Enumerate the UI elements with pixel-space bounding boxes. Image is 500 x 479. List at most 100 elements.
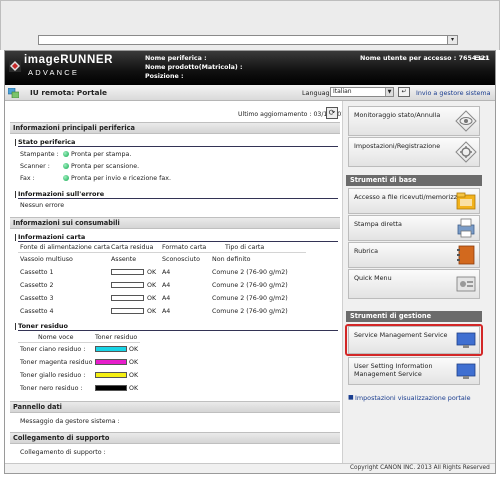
section-support-link: Collegamento di supporto <box>10 432 340 444</box>
paper-size: A4 <box>162 282 171 289</box>
toner-name: Toner giallo residuo : <box>20 372 86 379</box>
status-value: Pronta per scansione. <box>71 163 140 170</box>
link-arrow-icon: ■ <box>348 394 354 401</box>
monitor-icon <box>456 363 476 379</box>
send-to-manager-link[interactable]: Invio a gestore sistema <box>416 89 491 97</box>
toner-yellow-bar <box>95 372 127 378</box>
paper-col-header: Carta residua <box>111 244 154 251</box>
paper-remaining: OK <box>147 308 157 315</box>
status-value: Pronta per stampa. <box>71 151 132 158</box>
paper-size: A4 <box>162 269 171 276</box>
status-ok-icon <box>63 163 69 169</box>
selection-highlight <box>345 324 483 356</box>
monitor-status-label: Monitoraggio stato/Annulla <box>354 111 441 119</box>
device-info: Nome periferica : Nome prodotto(Matricol… <box>145 54 242 81</box>
address-bar[interactable] <box>38 35 458 45</box>
product-name-label: Nome prodotto(Matricola) : <box>145 64 243 71</box>
divider <box>18 252 306 253</box>
toner-value: OK <box>129 346 139 353</box>
address-book-label: Rubrica <box>354 247 379 255</box>
divider <box>18 342 140 343</box>
logout-link[interactable]: Esci <box>474 54 488 62</box>
position-label: Posizione : <box>145 73 184 80</box>
access-files-label: Accesso a file ricevuti/memorizzati <box>354 193 466 201</box>
paper-level-bar <box>111 295 144 301</box>
language-value: Italian <box>333 88 352 95</box>
paper-size: Sconosciuto <box>162 256 200 263</box>
login-user: Nome utente per accesso : 7654321 <box>360 54 490 62</box>
section-message-board: Pannello dati <box>10 401 340 413</box>
paper-size: A4 <box>162 308 171 315</box>
status-ok-icon <box>63 175 69 181</box>
paper-type: Comune 2 (76-90 g/m2) <box>212 295 288 302</box>
portal-icon <box>8 88 19 98</box>
chevron-down-icon: ▼ <box>385 88 393 96</box>
toner-name: Toner ciano residuo : <box>20 346 86 353</box>
portal-display-settings-link[interactable]: Impostazioni visualizzazione portale <box>355 394 471 402</box>
error-value: Nessun errore <box>20 202 65 209</box>
quick-menu-label: Quick Menu <box>354 274 392 282</box>
status-value: Pronta per invio e ricezione fax. <box>71 175 171 182</box>
subsection-paper-info: Informazioni carta <box>15 233 338 242</box>
toner-col-header: Nome voce <box>38 334 74 341</box>
status-label: Stampante : <box>20 151 59 158</box>
paper-level-bar <box>111 308 144 314</box>
language-apply-button[interactable]: ↵ <box>398 87 410 97</box>
section-main-info: Informazioni principali periferica <box>10 122 340 134</box>
basic-tools-title: Strumenti di base <box>346 175 482 186</box>
subsection-device-status: Stato periferica <box>15 138 338 147</box>
device-name-label: Nome periferica : <box>145 55 207 62</box>
language-select[interactable]: Italian ▼ <box>330 87 394 97</box>
toner-black-bar <box>95 385 127 391</box>
gear-icon <box>455 141 477 163</box>
status-label: Scanner : <box>20 163 50 170</box>
page-title: IU remota: Portale <box>30 88 108 97</box>
address-book-icon <box>457 245 475 265</box>
paper-source: Cassetto 2 <box>20 282 54 289</box>
paper-type: Non definito <box>212 256 251 263</box>
refresh-icon[interactable]: ⟳ <box>326 107 338 119</box>
toner-magenta-bar <box>95 359 127 365</box>
paper-source: Vassoio multiuso <box>20 256 73 263</box>
paper-remaining: OK <box>147 269 157 276</box>
paper-col-header: Formato carta <box>162 244 207 251</box>
paper-type: Comune 2 (76-90 g/m2) <box>212 282 288 289</box>
paper-col-header: Fonte di alimentazione carta <box>20 244 111 251</box>
mgmt-tools-title: Strumenti di gestione <box>346 311 482 322</box>
product-logo-sub: ADVANCE <box>28 68 80 77</box>
status-label: Fax : <box>20 175 35 182</box>
user-setting-label: User Setting Information Management Serv… <box>354 362 433 378</box>
toner-value: OK <box>129 372 139 379</box>
paper-size: A4 <box>162 295 171 302</box>
toner-value: OK <box>129 385 139 392</box>
paper-col-header: Tipo di carta <box>225 244 265 251</box>
toner-cyan-bar <box>95 346 127 352</box>
message-text: Messaggio da gestore sistema : <box>20 418 120 425</box>
canon-logo-icon <box>9 60 21 72</box>
section-consumables: Informazioni sui consumabili <box>10 217 340 229</box>
eye-icon <box>455 110 477 132</box>
subsection-toner: Toner residuo <box>15 322 338 331</box>
direct-print-label: Stampa diretta <box>354 220 402 228</box>
support-link-text: Collegamento di supporto : <box>20 449 106 456</box>
toner-value: OK <box>129 359 139 366</box>
paper-remaining: Assente <box>111 256 137 263</box>
toner-name: Toner nero residuo : <box>20 385 83 392</box>
product-logo: imageRUNNER <box>24 54 114 66</box>
toner-name: Toner magenta residuo : <box>20 359 97 366</box>
paper-level-bar <box>111 269 144 275</box>
toner-col-header: Toner residuo <box>95 334 138 341</box>
address-dropdown-button[interactable]: ▾ <box>447 35 458 45</box>
copyright: Copyright CANON INC. 2013 All Rights Res… <box>350 465 490 471</box>
paper-remaining: OK <box>147 295 157 302</box>
paper-remaining: OK <box>147 282 157 289</box>
subsection-error-info: Informazioni sull'errore <box>15 190 338 199</box>
paper-source: Cassetto 3 <box>20 295 54 302</box>
paper-source: Cassetto 4 <box>20 308 54 315</box>
paper-level-bar <box>111 282 144 288</box>
paper-type: Comune 2 (76-90 g/m2) <box>212 269 288 276</box>
settings-registration-label: Impostazioni/Registrazione <box>354 142 441 150</box>
quick-menu-icon <box>456 276 476 292</box>
paper-type: Comune 2 (76-90 g/m2) <box>212 308 288 315</box>
folder-icon <box>456 192 476 210</box>
